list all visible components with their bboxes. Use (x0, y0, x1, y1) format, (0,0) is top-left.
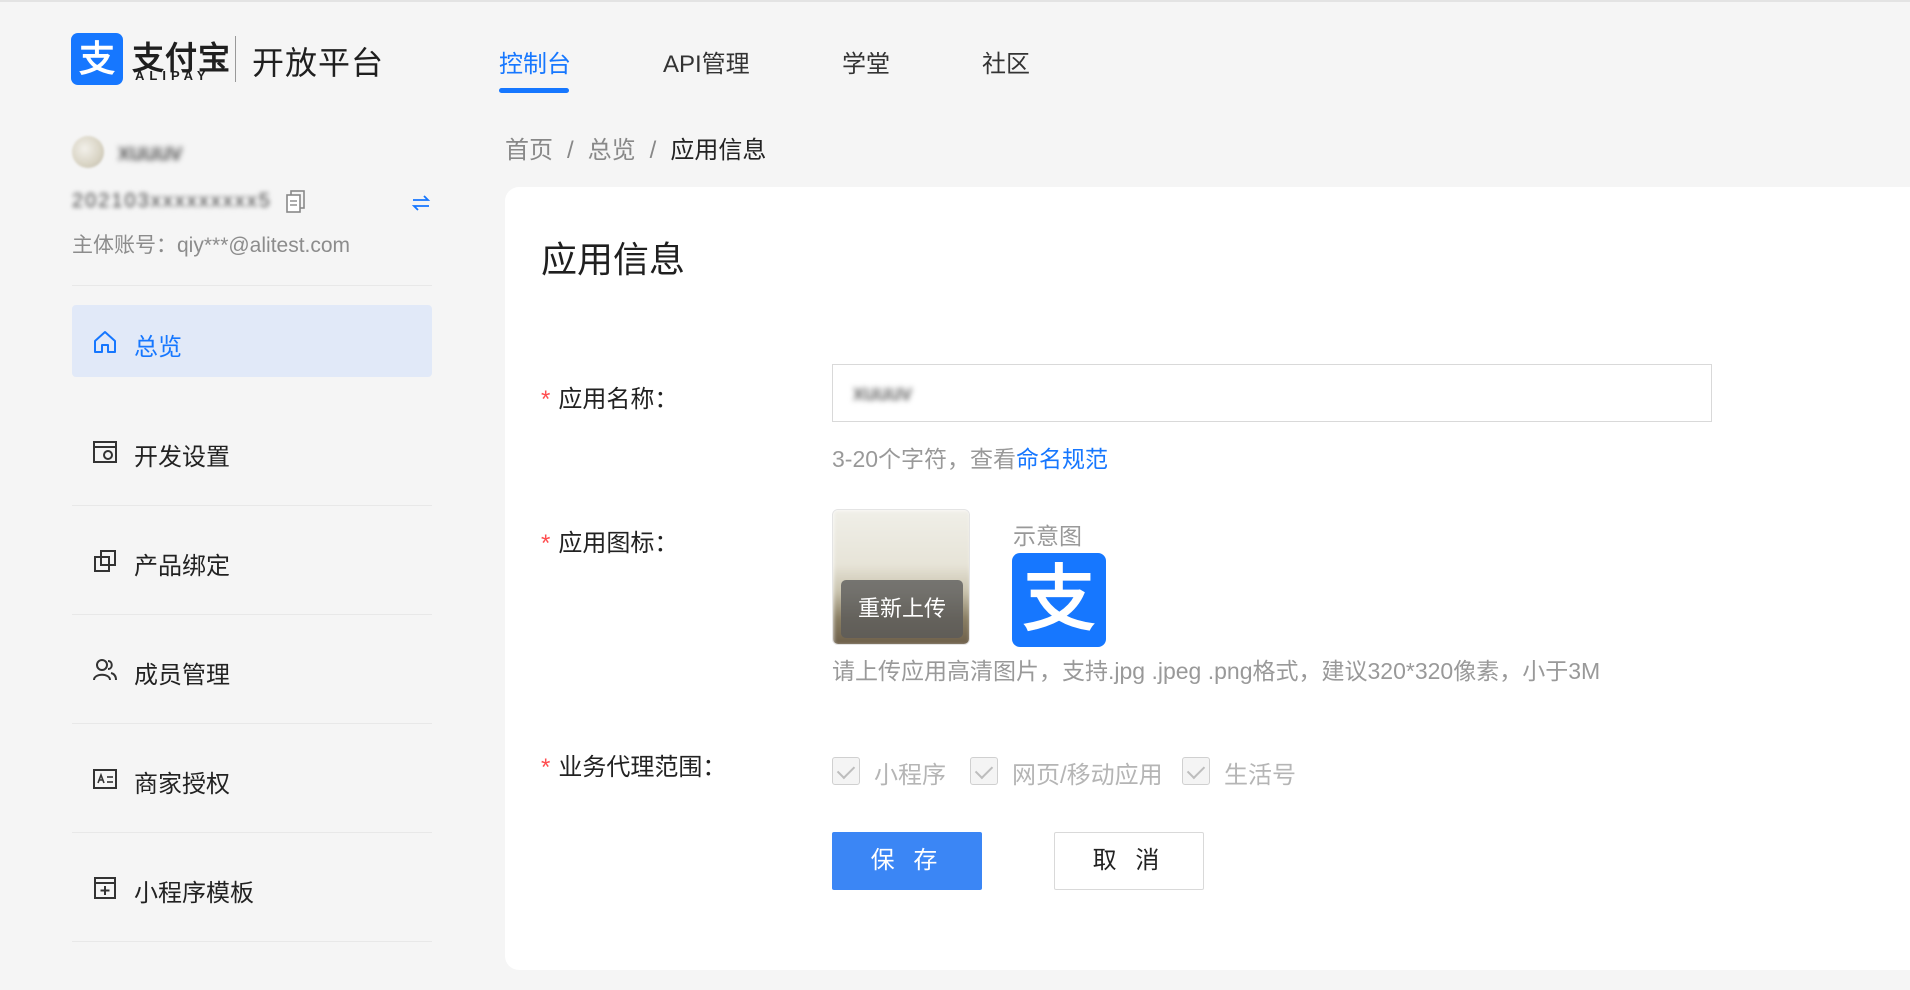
app-icon-label: * 应用图标： (541, 523, 678, 558)
app-icon-upload[interactable]: 重新上传 (832, 509, 970, 645)
account-id: 202103xxxxxxxxx5 (72, 190, 272, 212)
app-icon-hint: 请上传应用高清图片，支持.jpg .jpeg .png格式，建议320*320像… (832, 658, 1601, 684)
alipay-logo-icon[interactable]: 支 (71, 33, 123, 85)
logo-divider (235, 36, 236, 82)
breadcrumb-separator: / (649, 137, 657, 164)
sidebar-item-label: 开发设置 (134, 444, 230, 471)
page-title: 应用信息 (541, 239, 686, 280)
app-icon-label-text: 应用图标： (558, 530, 679, 557)
required-mark: * (541, 386, 551, 413)
reupload-button[interactable]: 重新上传 (841, 580, 963, 638)
sidebar-item-label: 总览 (134, 334, 182, 361)
nav-academy[interactable]: 学堂 (842, 44, 890, 79)
naming-rules-link[interactable]: 命名规范 (1016, 446, 1108, 472)
sidebar-divider (72, 941, 432, 942)
sidebar-item-members[interactable]: 成员管理 (72, 633, 432, 705)
dev-settings-icon (93, 441, 117, 463)
checkbox-label: 小程序 (874, 762, 946, 789)
sidebar-item-label: 小程序模板 (134, 880, 254, 907)
platform-title: 开放平台 (252, 45, 385, 81)
breadcrumb: 首页 / 总览 / 应用信息 (505, 130, 766, 165)
app-info-card: 应用信息 * 应用名称： xuuuv 3-20个字符，查看命名规范 * 应用图标： … (505, 187, 1910, 970)
sidebar-item-template[interactable]: 小程序模板 (72, 851, 432, 923)
main-account: 主体账号：qiy***@alitest.com (72, 234, 351, 257)
sidebar-divider (72, 832, 432, 833)
sample-label: 示意图 (1013, 523, 1082, 549)
required-mark: * (541, 530, 551, 557)
members-icon (93, 659, 117, 681)
product-bind-icon (94, 550, 116, 572)
sidebar-divider (72, 505, 432, 506)
merchant-auth-icon (93, 769, 117, 789)
avatar (72, 136, 104, 168)
breadcrumb-home[interactable]: 首页 (505, 130, 553, 165)
sidebar-divider (72, 285, 432, 286)
top-border (0, 0, 1910, 2)
required-mark: * (541, 754, 551, 781)
sidebar-item-label: 商家授权 (134, 771, 230, 798)
checkbox-checked[interactable] (832, 757, 860, 785)
checkbox-label: 网页/移动应用 (1012, 762, 1163, 789)
sidebar-item-product-bind[interactable]: 产品绑定 (72, 524, 432, 596)
app-name-value: xuuuv (853, 380, 912, 405)
scope-label: * 业务代理范围： (541, 747, 726, 782)
copy-icon[interactable] (286, 190, 306, 214)
nav-active-indicator (499, 88, 569, 93)
app-name-input[interactable]: xuuuv (832, 364, 1712, 422)
breadcrumb-overview[interactable]: 总览 (588, 130, 636, 165)
breadcrumb-separator: / (567, 137, 574, 164)
app-name-label-text: 应用名称： (558, 386, 679, 413)
sidebar-item-merchant-auth[interactable]: 商家授权 (72, 742, 432, 814)
sidebar-divider (72, 723, 432, 724)
breadcrumb-current: 应用信息 (670, 137, 767, 164)
sidebar-divider (72, 614, 432, 615)
checkbox-label: 生活号 (1224, 762, 1296, 789)
checkbox-checked[interactable] (1182, 757, 1210, 785)
home-icon (94, 331, 116, 353)
scope-label-text: 业务代理范围： (558, 754, 727, 781)
sidebar-item-label: 产品绑定 (134, 553, 230, 580)
app-name-hint-text: 3-20个字符，查看 (832, 446, 1017, 472)
account-name: xuuuv (118, 139, 183, 166)
sidebar-item-overview[interactable]: 总览 (72, 305, 432, 377)
switch-account-icon[interactable] (410, 192, 432, 214)
sidebar-item-dev-settings[interactable]: 开发设置 (72, 415, 432, 487)
app-name-hint: 3-20个字符，查看命名规范 (832, 440, 1108, 474)
nav-console[interactable]: 控制台 (499, 44, 571, 79)
checkbox-checked[interactable] (970, 757, 998, 785)
nav-community[interactable]: 社区 (982, 44, 1030, 79)
sidebar-item-label: 成员管理 (134, 662, 230, 689)
app-name-label: * 应用名称： (541, 379, 678, 414)
nav-api-management[interactable]: API管理 (663, 44, 750, 79)
template-icon (94, 877, 116, 899)
sample-alipay-icon: 支 (1012, 553, 1106, 647)
cancel-button[interactable]: 取 消 (1054, 832, 1204, 890)
logo-subtext: ALIPAY (135, 68, 211, 83)
save-button[interactable]: 保 存 (832, 832, 982, 890)
